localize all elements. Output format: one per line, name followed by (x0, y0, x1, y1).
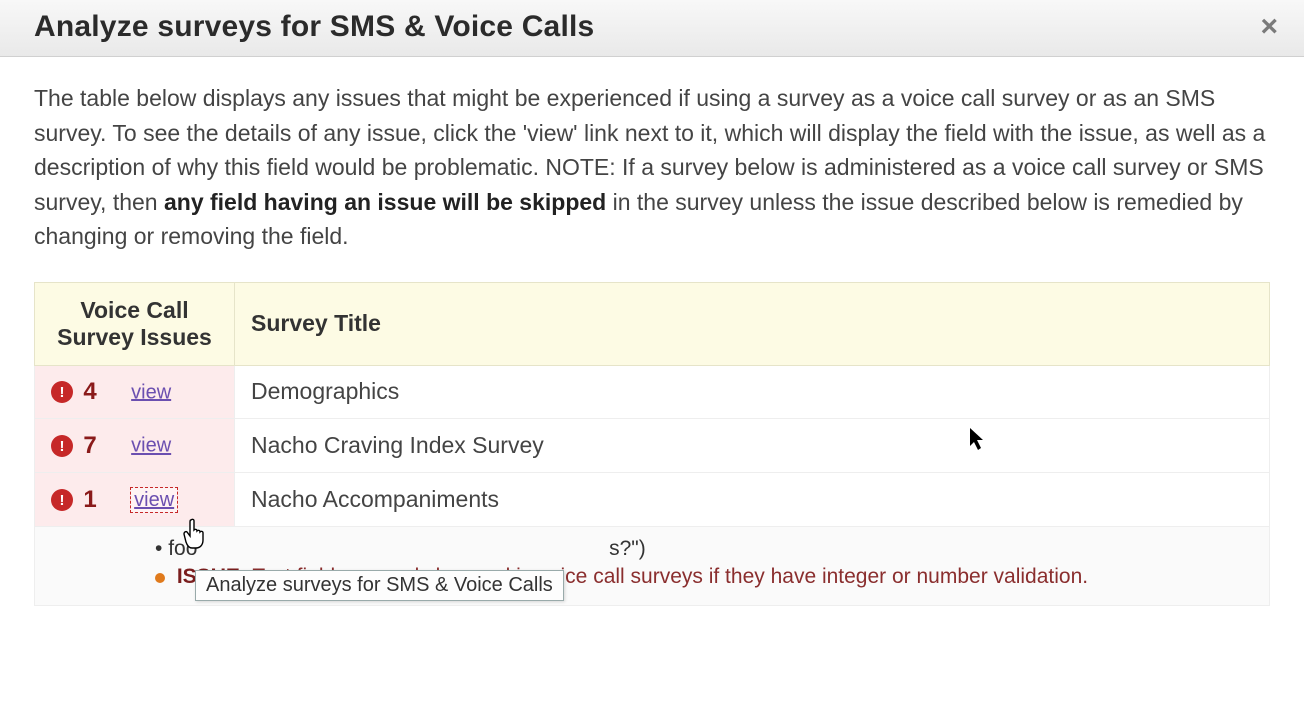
field-fragment-pre: foo (168, 537, 197, 560)
view-link[interactable]: view (131, 381, 171, 403)
alert-icon: ! (51, 435, 73, 457)
survey-title: Demographics (235, 365, 1270, 419)
view-link[interactable]: view (131, 488, 177, 512)
close-icon[interactable]: × (1254, 12, 1284, 42)
bullet: • (155, 537, 162, 560)
dialog-titlebar: Analyze surveys for SMS & Voice Calls × (0, 0, 1304, 57)
col-header-issues: Voice Call Survey Issues (35, 282, 235, 365)
issue-cell: ! 4 view (35, 365, 235, 419)
intro-text: The table below displays any issues that… (34, 81, 1270, 254)
alert-icon: ! (51, 489, 73, 511)
issue-count: 1 (83, 486, 96, 513)
issue-field-line: • foo s?") (155, 537, 1253, 561)
dialog-analyze-surveys: Analyze surveys for SMS & Voice Calls × … (0, 0, 1304, 630)
alert-icon: ! (51, 381, 73, 403)
dialog-body: The table below displays any issues that… (0, 57, 1304, 630)
view-link[interactable]: view (131, 435, 171, 457)
tooltip: Analyze surveys for SMS & Voice Calls (195, 570, 564, 601)
table-row: ! 7 view Nacho Craving Index Survey (35, 419, 1270, 473)
issues-table: Voice Call Survey Issues Survey Title ! … (34, 282, 1270, 607)
table-row: ! 4 view Demographics (35, 365, 1270, 419)
col-header-title: Survey Title (235, 282, 1270, 365)
intro-bold: any field having an issue will be skippe… (164, 189, 606, 215)
issue-cell: ! 7 view (35, 419, 235, 473)
issue-count: 7 (83, 432, 96, 459)
survey-title: Nacho Accompaniments (235, 473, 1270, 527)
issue-count: 4 (83, 378, 96, 405)
field-fragment-post: s?") (609, 537, 646, 560)
table-row: ! 1 view Nacho Accompaniments (35, 473, 1270, 527)
issue-cell: ! 1 view (35, 473, 235, 527)
survey-title: Nacho Craving Index Survey (235, 419, 1270, 473)
issue-dot-icon (155, 573, 165, 583)
dialog-title: Analyze surveys for SMS & Voice Calls (34, 10, 594, 44)
